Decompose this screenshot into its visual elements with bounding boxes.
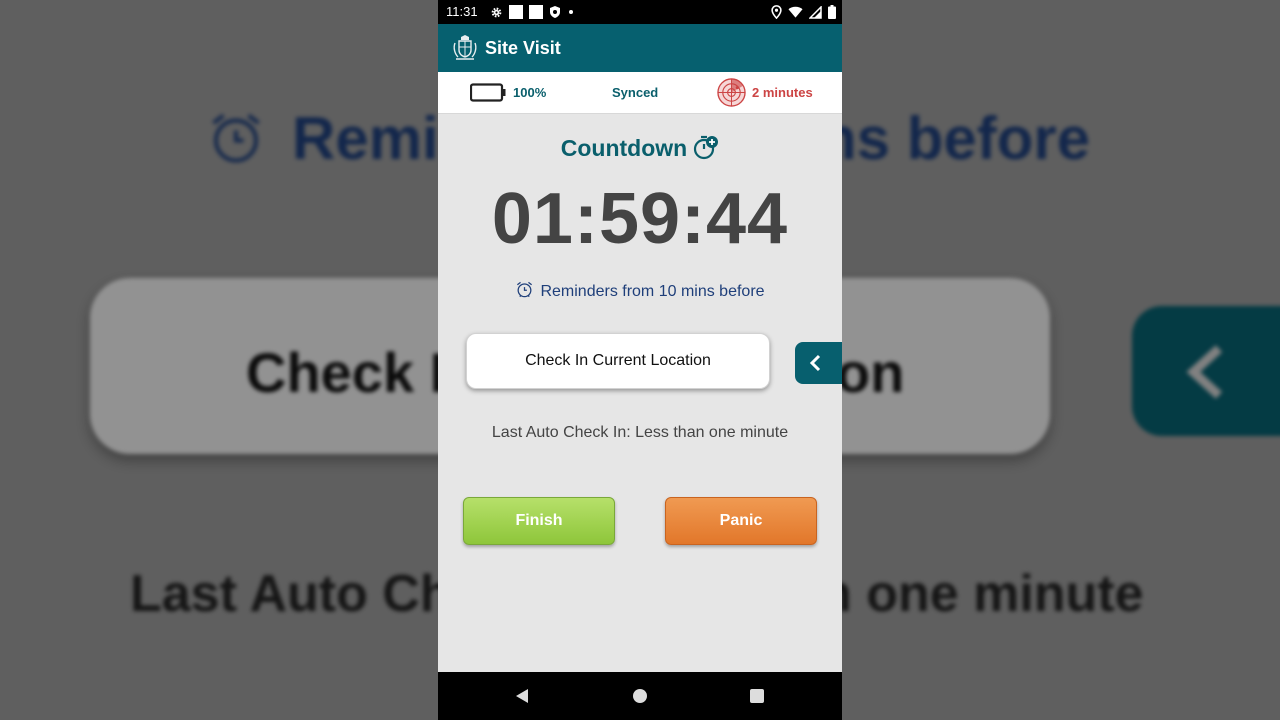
- nav-recents-icon[interactable]: [750, 689, 764, 703]
- cell-signal-icon: [809, 5, 822, 19]
- finish-button[interactable]: Finish: [463, 497, 615, 545]
- battery-status-icon: [828, 5, 836, 19]
- app-title: Site Visit: [485, 38, 561, 58]
- last-auto-checkin: Last Auto Check In: Less than one minute: [491, 424, 789, 441]
- countdown-title: Countdown: [438, 134, 842, 162]
- battery-level: 100%: [513, 85, 547, 100]
- radar-icon: [717, 78, 746, 107]
- notification-square-icon: [529, 5, 543, 19]
- notification-square-icon: [509, 5, 523, 19]
- navigation-bar: [438, 672, 842, 720]
- status-icons-right: [771, 4, 836, 20]
- info-bar: 100% Synced 2 minutes: [438, 72, 842, 114]
- timer-plus-icon[interactable]: [693, 134, 719, 160]
- alarm-clock-icon: [517, 281, 533, 298]
- status-bar: 11:31: [438, 0, 842, 24]
- chevron-left-icon: [809, 354, 821, 372]
- nav-home-icon[interactable]: [633, 689, 647, 703]
- coat-of-arms-icon: [453, 35, 477, 60]
- status-icons-left: [490, 4, 573, 20]
- sync-status: Synced: [612, 85, 659, 100]
- status-time: 11:31: [446, 4, 478, 19]
- countdown-label: Countdown: [560, 135, 688, 161]
- shield-icon: [550, 6, 560, 18]
- countdown-timer: 01:59:44: [491, 179, 789, 259]
- panic-button[interactable]: Panic: [665, 497, 817, 545]
- location-pin-icon: [771, 5, 782, 19]
- reminders-text: Reminders from 10 mins before: [540, 283, 765, 300]
- wifi-icon: [788, 6, 803, 18]
- app-bar: Site Visit: [438, 24, 842, 72]
- gear-icon: [491, 7, 502, 17]
- phone-screen: 11:31 Site Visit 100% Synced 2 minutes C…: [438, 0, 842, 720]
- side-drawer-tab[interactable]: [795, 342, 842, 384]
- more-notifications-dot: [569, 10, 573, 14]
- radar-interval: 2 minutes: [752, 85, 813, 100]
- reminders-info: Reminders from 10 mins before: [438, 280, 842, 301]
- battery-icon: [470, 83, 506, 102]
- nav-back-icon[interactable]: [514, 688, 530, 704]
- check-in-button[interactable]: Check In Current Location: [466, 333, 770, 389]
